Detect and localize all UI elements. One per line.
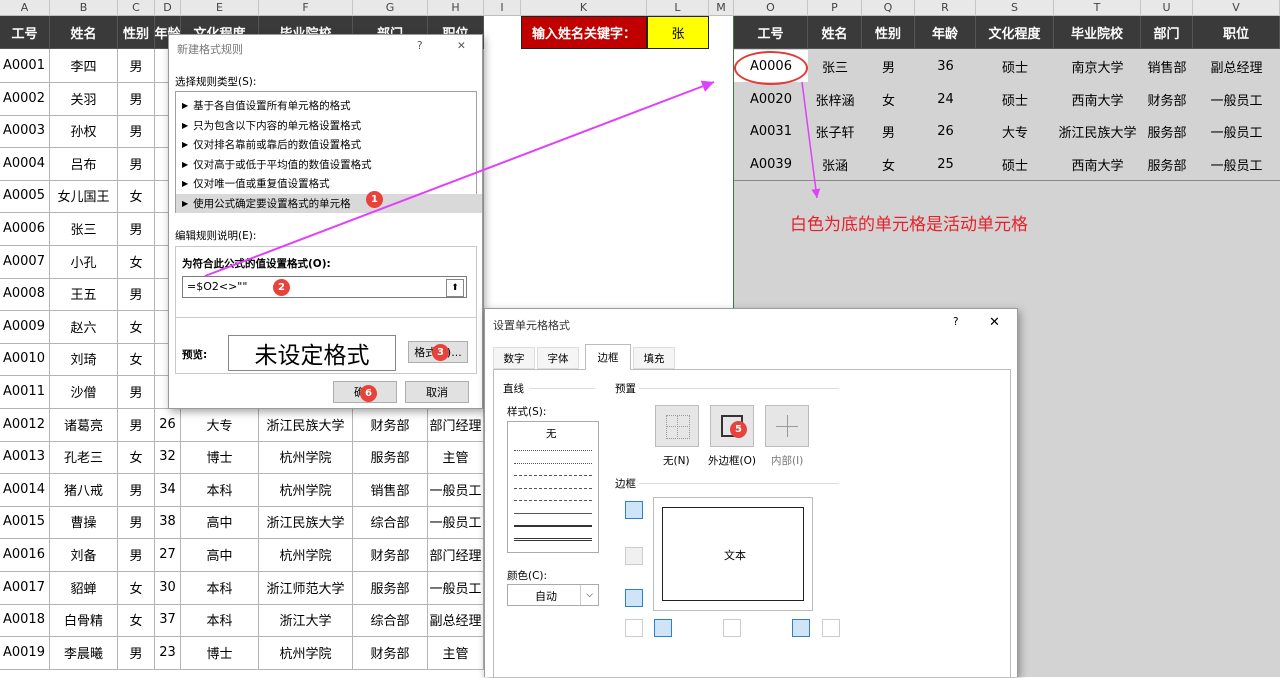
arrow-table-to-annotation [801, 81, 821, 199]
arrow-overlay [204, 80, 821, 277]
tab-3[interactable]: 填充 [633, 347, 675, 369]
badge-5: 5 [730, 421, 747, 438]
tab-0[interactable]: 数字 [493, 347, 535, 369]
badge-6: 6 [360, 385, 377, 402]
badge-1: 1 [366, 191, 383, 208]
badge-3: 3 [432, 344, 449, 361]
tab-1[interactable]: 字体 [537, 347, 579, 369]
arrow-formula-to-table [204, 80, 715, 277]
badge-2: 2 [273, 279, 290, 296]
tab-2[interactable]: 边框 [585, 344, 631, 370]
